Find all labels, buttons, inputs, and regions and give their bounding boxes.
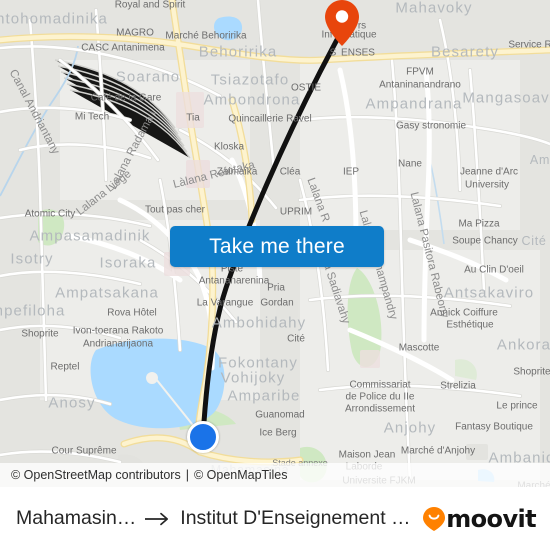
openmaptiles-attribution-link[interactable]: © OpenMapTiles (194, 468, 288, 482)
trip-origin-label: Mahamasin… (16, 507, 137, 529)
moovit-logo[interactable]: moovit (423, 504, 537, 533)
map-canvas[interactable]: Royal and Spirit ntohomadinika MAGRO Marché… (0, 0, 550, 487)
origin-marker[interactable] (187, 421, 219, 453)
map-attribution: © OpenStreetMap contributors | © OpenMap… (0, 463, 550, 487)
attribution-separator: | (185, 468, 189, 482)
osm-attribution-link[interactable]: © OpenStreetMap contributors (11, 468, 181, 482)
take-me-there-label: Take me there (209, 234, 345, 258)
destination-marker[interactable] (325, 0, 359, 46)
moovit-wordmark: moovit (446, 504, 536, 533)
trip-summary[interactable]: Mahamasin… Institut D'Enseignement Supér… (16, 507, 413, 530)
trip-footer-bar: Mahamasin… Institut D'Enseignement Supér… (0, 487, 550, 550)
moovit-trip-map-screen: Royal and Spirit ntohomadinika MAGRO Marché… (0, 0, 550, 550)
trip-destination-label: Institut D'Enseignement Supérieur D… (180, 507, 414, 529)
moovit-pin-icon (423, 506, 446, 531)
take-me-there-button[interactable]: Take me there (170, 226, 384, 267)
arrow-right-icon (145, 512, 171, 526)
